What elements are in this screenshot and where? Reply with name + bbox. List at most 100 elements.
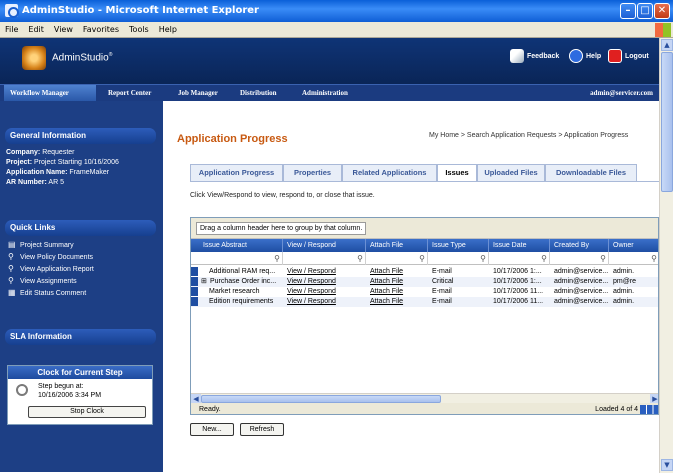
column-issue-abstract[interactable]: Issue Abstract	[199, 239, 283, 252]
attach-file-link[interactable]: Attach File	[366, 287, 428, 297]
row-marker	[191, 297, 198, 306]
company-info: Company: Requester	[6, 149, 75, 156]
quick-link-view-policy-documents[interactable]: ⚲ View Policy Documents	[8, 253, 93, 263]
menu-view[interactable]: View	[49, 22, 78, 38]
logout-link[interactable]: Logout	[625, 53, 649, 60]
attach-file-link[interactable]: Attach File	[366, 277, 428, 287]
pager-icon[interactable]	[640, 405, 658, 414]
tab-downloadable-files[interactable]: Downloadable Files	[545, 164, 637, 181]
cell-issue-type: E-mail	[432, 288, 452, 295]
cell-created-by: admin@service...	[554, 278, 609, 285]
stop-clock-button[interactable]: Stop Clock	[28, 406, 146, 418]
nav-tab-administration[interactable]: Administration	[296, 85, 362, 101]
row-marker	[191, 277, 198, 286]
column-view-respond[interactable]: View / Respond	[283, 239, 366, 252]
tab-properties[interactable]: Properties	[283, 164, 342, 181]
general-info-header: General Information	[5, 128, 156, 144]
grid-horizontal-scrollbar[interactable]: ◀ ▶	[191, 393, 658, 404]
refresh-button[interactable]: Refresh	[240, 423, 284, 436]
filter-issue-date[interactable]: ⚲	[489, 252, 550, 265]
cell-issue-date: 10/17/2006 11...	[493, 288, 544, 295]
help-icon[interactable]	[569, 49, 583, 63]
filter-view-respond[interactable]: ⚲	[283, 252, 366, 265]
help-link[interactable]: Help	[586, 53, 601, 60]
cell-issue-abstract: Purchase Order inc...	[210, 278, 277, 285]
menu-tools[interactable]: Tools	[124, 22, 154, 38]
filter-created-by[interactable]: ⚲	[550, 252, 609, 265]
column-issue-date[interactable]: Issue Date	[489, 239, 550, 252]
tab-related-applications[interactable]: Related Applications	[342, 164, 437, 181]
cell-issue-date: 10/17/2006 1:...	[493, 278, 542, 285]
group-by-area: Drag a column header here to group by th…	[191, 218, 658, 239]
page-title: Application Progress	[177, 133, 288, 145]
menu-bar: File Edit View Favorites Tools Help	[0, 22, 673, 38]
column-owner[interactable]: Owner	[609, 239, 658, 252]
quick-link-view-assignments[interactable]: ⚲ View Assignments	[8, 277, 77, 287]
quick-link-view-application-report[interactable]: ⚲ View Application Report	[8, 265, 94, 275]
cell-issue-type: E-mail	[432, 268, 452, 275]
search-icon[interactable]: ⚲	[600, 254, 606, 263]
table-row[interactable]: Market research View / Respond Attach Fi…	[191, 287, 658, 297]
table-row[interactable]: ⊞ Purchase Order inc... View / Respond A…	[191, 277, 658, 287]
scroll-thumb[interactable]	[661, 52, 673, 192]
adminstudio-logo-icon	[22, 46, 46, 70]
scroll-up-icon[interactable]: ▲	[661, 39, 673, 51]
view-respond-link[interactable]: View / Respond	[283, 287, 366, 297]
search-icon[interactable]: ⚲	[541, 254, 547, 263]
view-respond-link[interactable]: View / Respond	[283, 277, 366, 287]
column-issue-type[interactable]: Issue Type	[428, 239, 489, 252]
magnifier-icon: ⚲	[8, 276, 14, 285]
grid-header: Issue Abstract View / Respond Attach Fil…	[191, 239, 658, 252]
page-vertical-scrollbar[interactable]: ▲ ▼	[659, 38, 673, 473]
tab-issues[interactable]: Issues	[437, 164, 477, 182]
nav-tab-workflow-manager[interactable]: Workflow Manager	[4, 85, 96, 101]
search-icon[interactable]: ⚲	[419, 254, 425, 263]
cell-owner: admin.	[613, 268, 635, 275]
nav-tab-report-center[interactable]: Report Center	[102, 85, 162, 101]
cell-owner: admin.	[613, 298, 635, 305]
filter-attach-file[interactable]: ⚲	[366, 252, 428, 265]
grid-load-count: Loaded 4 of 4	[595, 406, 638, 413]
column-attach-file[interactable]: Attach File	[366, 239, 428, 252]
scroll-thumb[interactable]	[201, 395, 441, 403]
quick-link-project-summary[interactable]: ▤ Project Summary	[8, 241, 74, 251]
view-respond-link[interactable]: View / Respond	[283, 297, 366, 307]
nav-tab-job-manager[interactable]: Job Manager	[172, 85, 230, 101]
cell-issue-type: E-mail	[432, 298, 452, 305]
scroll-down-icon[interactable]: ▼	[661, 459, 673, 471]
logout-icon[interactable]	[608, 49, 622, 63]
menu-favorites[interactable]: Favorites	[78, 22, 124, 38]
menu-help[interactable]: Help	[154, 22, 182, 38]
filter-issue-abstract[interactable]: ⚲	[199, 252, 283, 265]
feedback-link[interactable]: Feedback	[527, 53, 559, 60]
cell-issue-type: Critical	[432, 278, 454, 285]
search-icon[interactable]: ⚲	[357, 254, 363, 263]
filter-issue-type[interactable]: ⚲	[428, 252, 489, 265]
filter-owner[interactable]: ⚲	[609, 252, 658, 265]
search-icon[interactable]: ⚲	[274, 254, 280, 263]
attach-file-link[interactable]: Attach File	[366, 297, 428, 307]
nav-tab-distribution[interactable]: Distribution	[234, 85, 292, 101]
column-created-by[interactable]: Created By	[550, 239, 609, 252]
application-name-info: Application Name: FrameMaker	[6, 169, 110, 176]
view-respond-link[interactable]: View / Respond	[283, 267, 366, 277]
tab-uploaded-files[interactable]: Uploaded Files	[477, 164, 545, 181]
search-icon[interactable]: ⚲	[651, 254, 657, 263]
table-row[interactable]: Additional RAM req... View / Respond Att…	[191, 267, 658, 277]
feedback-icon[interactable]	[510, 49, 524, 63]
tab-application-progress[interactable]: Application Progress	[190, 164, 283, 181]
table-row[interactable]: Edition requirements View / Respond Atta…	[191, 297, 658, 307]
quick-link-edit-status-comment[interactable]: ▦ Edit Status Comment	[8, 289, 86, 299]
attach-file-link[interactable]: Attach File	[366, 267, 428, 277]
menu-file[interactable]: File	[0, 22, 23, 38]
brand-name: AdminStudio®	[52, 52, 113, 64]
search-icon[interactable]: ⚲	[480, 254, 486, 263]
new-issue-button[interactable]: New...	[190, 423, 234, 436]
maximize-button[interactable]: □	[637, 3, 653, 19]
sidebar: General Information Company: Requester P…	[0, 101, 163, 472]
issues-grid: Drag a column header here to group by th…	[190, 217, 659, 415]
minimize-button[interactable]: –	[620, 3, 636, 19]
close-window-button[interactable]: ✕	[654, 3, 670, 19]
breadcrumb[interactable]: My Home > Search Application Requests > …	[429, 132, 628, 139]
menu-edit[interactable]: Edit	[23, 22, 49, 38]
